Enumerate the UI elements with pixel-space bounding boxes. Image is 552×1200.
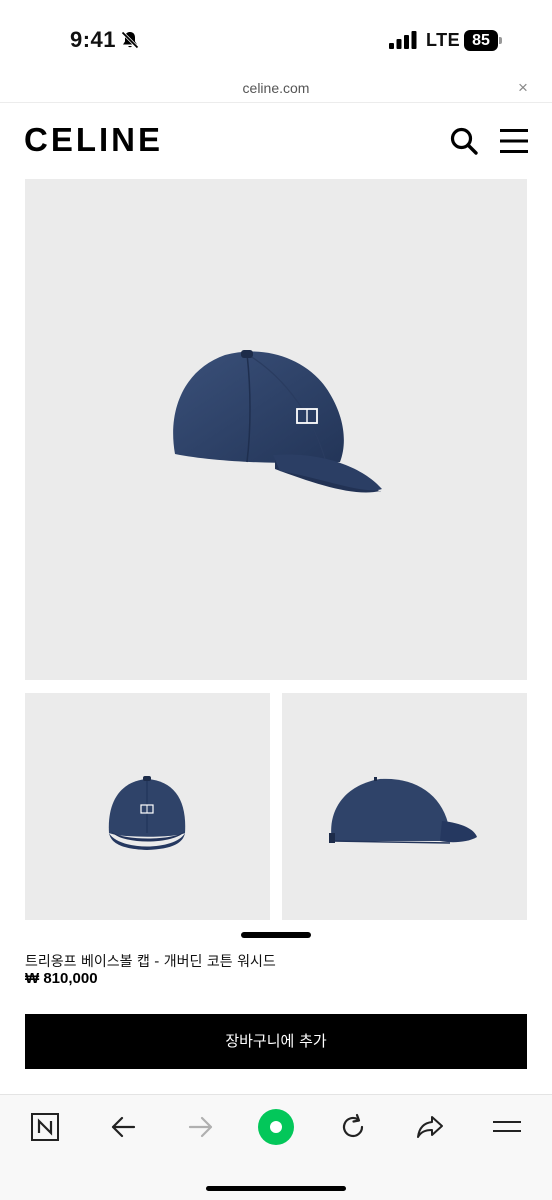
forward-arrow-icon[interactable] bbox=[182, 1095, 220, 1159]
battery-level: 85 bbox=[464, 30, 498, 51]
cap-front-angle-image bbox=[173, 350, 382, 493]
home-circle-icon[interactable] bbox=[256, 1095, 296, 1159]
cap-side-image bbox=[329, 777, 477, 844]
battery-tip bbox=[499, 37, 502, 44]
cap-front-image bbox=[108, 776, 186, 850]
site-header: CELINE bbox=[0, 103, 552, 179]
home-indicator bbox=[206, 1186, 346, 1191]
menu-icon[interactable] bbox=[488, 1095, 526, 1159]
product-price: ₩ 810,000 bbox=[25, 970, 98, 987]
bell-slash-icon bbox=[121, 31, 139, 49]
image-scroll-indicator bbox=[241, 932, 311, 938]
close-icon[interactable]: × bbox=[518, 78, 528, 98]
hamburger-menu-icon[interactable] bbox=[500, 128, 528, 154]
signal-icon bbox=[389, 31, 417, 49]
url-text[interactable]: celine.com bbox=[0, 80, 552, 96]
reload-icon[interactable] bbox=[334, 1095, 372, 1159]
battery-icon: 85 bbox=[464, 30, 502, 51]
product-main-image[interactable] bbox=[25, 179, 527, 680]
celine-logo[interactable]: CELINE bbox=[24, 121, 163, 159]
browser-toolbar bbox=[0, 1094, 552, 1200]
back-arrow-icon[interactable] bbox=[104, 1095, 142, 1159]
search-icon[interactable] bbox=[449, 126, 479, 156]
status-time: 9:41 bbox=[70, 27, 117, 52]
add-to-cart-button[interactable]: 장바구니에 추가 bbox=[25, 1014, 527, 1069]
network-label: LTE bbox=[426, 30, 461, 50]
browser-url-bar[interactable]: celine.com × bbox=[0, 76, 552, 103]
n-logo-icon[interactable] bbox=[26, 1095, 64, 1159]
share-icon[interactable] bbox=[411, 1095, 449, 1159]
product-thumbnail-front[interactable] bbox=[25, 693, 270, 920]
product-thumbnail-side[interactable] bbox=[282, 693, 527, 920]
product-name: 트리옹프 베이스볼 캡 - 개버딘 코튼 워시드 bbox=[25, 954, 276, 970]
status-bar: 9:41 LTE 85 bbox=[0, 0, 552, 76]
